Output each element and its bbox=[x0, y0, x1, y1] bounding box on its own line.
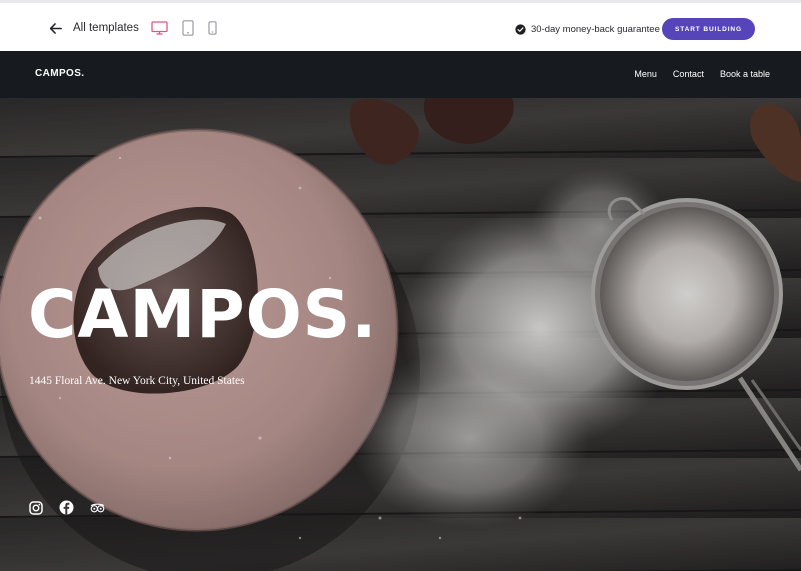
mobile-icon bbox=[208, 21, 217, 35]
facebook-link[interactable] bbox=[59, 500, 74, 515]
desktop-icon bbox=[151, 21, 168, 35]
facebook-icon bbox=[59, 500, 74, 515]
guarantee-text: 30-day money-back guarantee bbox=[531, 23, 660, 35]
nav-link-menu[interactable]: Menu bbox=[634, 69, 657, 79]
all-templates-label: All templates bbox=[73, 22, 139, 34]
site-header: CAMPOS. Menu Contact Book a table bbox=[0, 51, 801, 98]
device-switcher bbox=[151, 17, 217, 39]
mobile-view-button[interactable] bbox=[208, 21, 217, 35]
instagram-link[interactable] bbox=[28, 500, 43, 515]
hero-address: 1445 Floral Ave. New York City, United S… bbox=[29, 375, 245, 387]
desktop-view-button[interactable] bbox=[151, 21, 168, 35]
tablet-icon bbox=[182, 20, 194, 36]
social-links bbox=[28, 500, 105, 515]
arrow-left-icon bbox=[49, 22, 62, 34]
start-building-button[interactable]: START BUILDING bbox=[662, 18, 755, 40]
site-logo[interactable]: CAMPOS. bbox=[35, 68, 84, 79]
nav-link-book-a-table[interactable]: Book a table bbox=[720, 69, 770, 79]
all-templates-link[interactable]: All templates bbox=[48, 17, 139, 39]
hero-section: CAMPOS. 1445 Floral Ave. New York City, … bbox=[0, 98, 801, 571]
hero-title: CAMPOS. bbox=[28, 276, 378, 353]
nav-link-contact[interactable]: Contact bbox=[673, 69, 704, 79]
site-nav-links: Menu Contact Book a table bbox=[634, 69, 770, 79]
tablet-view-button[interactable] bbox=[182, 20, 194, 36]
tripadvisor-icon bbox=[90, 503, 105, 512]
tripadvisor-link[interactable] bbox=[90, 500, 105, 515]
builder-topbar: All templates 30-day money-back guarante… bbox=[0, 0, 801, 51]
check-circle-icon bbox=[515, 23, 526, 35]
money-back-guarantee: 30-day money-back guarantee bbox=[515, 19, 660, 39]
instagram-icon bbox=[28, 500, 43, 515]
